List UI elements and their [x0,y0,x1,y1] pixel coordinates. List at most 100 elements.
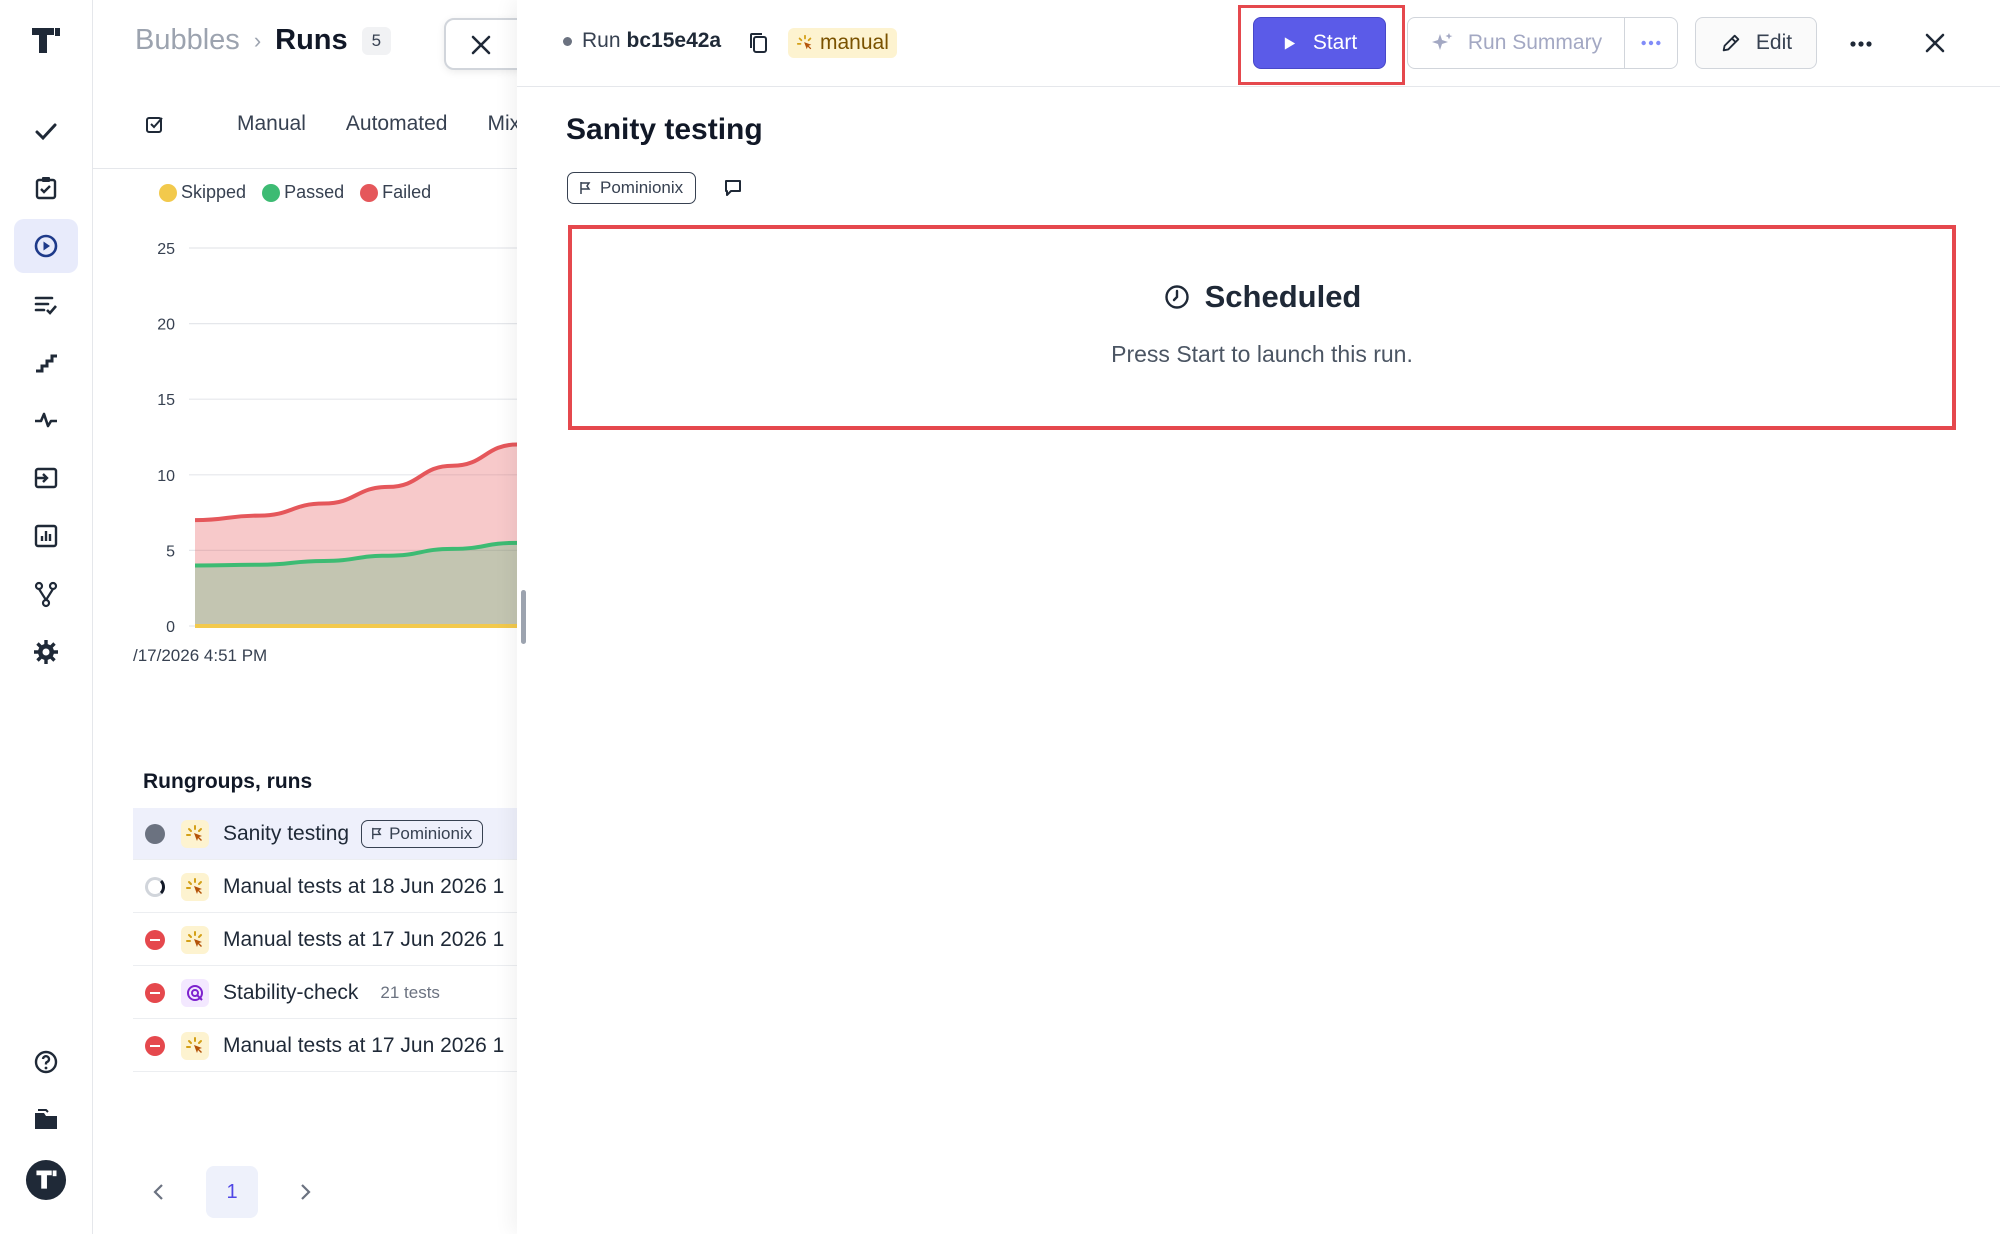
legend-label: Failed [382,182,432,202]
run-title: Manual tests at 17 Jun 2026 1 [223,927,505,951]
manual-run-icon [796,34,812,50]
edit-button-label: Edit [1755,31,1793,54]
run-title-heading: Sanity testing [566,113,763,146]
chart-y-tick-label: 5 [166,543,175,560]
import-icon[interactable] [14,451,78,505]
milestone-tag-label: Pominionix [389,823,473,843]
run-detail-panel: Run bc15e42a manual Start Run Summary Ed… [517,0,2000,1234]
pencil-icon [1722,34,1740,52]
pulse-icon[interactable] [14,393,78,447]
clipboard-check-icon[interactable] [14,161,78,215]
list-item[interactable]: Manual tests at 18 Jun 2026 1 [133,861,517,913]
comment-icon[interactable] [721,176,745,200]
pane-resize-handle[interactable] [521,590,526,644]
runs-list-pane: Bubbles › Runs 5 Manual Automated Mix Sk… [93,0,517,1234]
avatar[interactable] [14,1153,78,1207]
automated-run-icon [181,978,209,1007]
chevron-left-icon[interactable] [148,1181,170,1203]
page-title: Runs [275,24,348,56]
logo-icon[interactable] [28,22,64,58]
run-label: Run [582,29,621,52]
failed-dot-icon [360,183,379,202]
edit-button[interactable]: Edit [1695,17,1817,69]
chart-y-tick-label: 20 [157,317,175,334]
status-failed-icon [145,929,165,950]
folder-icon[interactable] [14,1093,78,1147]
pagination: 1 [148,1166,316,1218]
run-summary-button[interactable]: Run Summary [1407,17,1625,69]
run-test-count: 21 tests [380,982,440,1002]
gear-icon[interactable] [14,625,78,679]
run-title: Sanity testing [223,821,350,845]
flag-icon [580,182,591,194]
play-icon [1284,36,1295,50]
legend-item-failed[interactable]: Failed [360,182,431,203]
manual-run-icon [181,819,209,848]
manual-run-icon [181,1031,209,1060]
bar-chart-icon[interactable] [14,509,78,563]
more-horizontal-icon [1641,40,1661,46]
status-dot-icon [563,36,572,46]
detail-header: Run bc15e42a manual Start Run Summary Ed… [517,0,2000,87]
scheduled-instructions: Press Start to launch this run. [1111,341,1413,367]
filter-popover [444,18,517,70]
run-title: Manual tests at 17 Jun 2026 1 [223,1033,505,1057]
chevron-right-icon[interactable] [294,1181,316,1203]
list-item[interactable]: Manual tests at 17 Jun 2026 1 [133,1020,517,1072]
legend-item-skipped[interactable]: Skipped [159,182,246,203]
runs-area-chart: 0 5 10 15 20 25 [157,241,517,636]
tab-manual[interactable]: Manual [237,112,306,136]
list-item[interactable]: Manual tests at 17 Jun 2026 1 [133,914,517,966]
play-circle-icon[interactable] [14,219,78,273]
manual-run-icon [181,925,209,954]
run-id: bc15e42a [626,29,722,52]
tab-automated[interactable]: Automated [346,112,448,136]
summary-more-button[interactable] [1624,17,1678,69]
close-icon[interactable] [1920,28,1950,58]
chart-y-tick-label: 25 [157,241,175,258]
milestone-tag[interactable]: Pominionix [361,819,484,848]
sidebar [0,0,93,1234]
copy-icon[interactable] [746,30,772,56]
run-type-badge: manual [788,28,897,58]
scheduled-state-title: Scheduled [572,279,1952,315]
help-icon[interactable] [14,1035,78,1089]
branch-icon[interactable] [14,567,78,621]
tab-mix[interactable]: Mix [487,112,517,136]
steps-icon[interactable] [14,335,78,389]
milestone-tag[interactable]: Pominionix [567,172,697,204]
run-type-tabs: Manual Automated Mix [143,112,517,136]
select-all-icon[interactable] [143,112,167,136]
run-type-label: manual [820,31,889,54]
run-title: Manual tests at 18 Jun 2026 1 [223,874,505,898]
list-check-icon[interactable] [14,277,78,331]
status-failed-icon [145,982,165,1003]
chart-y-tick-label: 15 [157,392,175,409]
breadcrumb: Bubbles › Runs 5 [135,24,392,57]
more-options-icon[interactable] [1847,30,1875,58]
breadcrumb-separator: › [253,27,262,53]
milestone-label: Pominionix [600,178,684,197]
chart-x-tick-label: /17/2026 4:51 PM [133,646,268,665]
start-button[interactable]: Start [1253,17,1386,69]
legend-label: Skipped [181,182,247,202]
legend-item-passed[interactable]: Passed [262,182,344,203]
start-button-label: Start [1312,31,1358,54]
page-number-button[interactable]: 1 [206,1166,258,1218]
sparkles-icon [1431,33,1453,50]
list-item[interactable]: Sanity testing Pominionix [133,808,517,860]
close-filter-icon[interactable] [468,32,494,58]
status-failed-icon [145,1035,165,1056]
status-scheduled-icon [145,823,165,844]
chart-legend: Skipped Passed Failed [159,182,431,203]
runs-section-title: Rungroups, runs [143,770,313,793]
list-item[interactable]: Stability-check 21 tests [133,967,517,1019]
checkmark-icon[interactable] [14,104,78,158]
run-identifier: Run bc15e42a [563,29,721,53]
scheduled-label: Scheduled [1204,279,1362,314]
skipped-dot-icon [159,183,177,202]
breadcrumb-project[interactable]: Bubbles [135,24,240,57]
run-summary-label: Run Summary [1467,31,1603,54]
legend-label: Passed [284,182,345,202]
chart-y-tick-label: 0 [166,619,175,636]
